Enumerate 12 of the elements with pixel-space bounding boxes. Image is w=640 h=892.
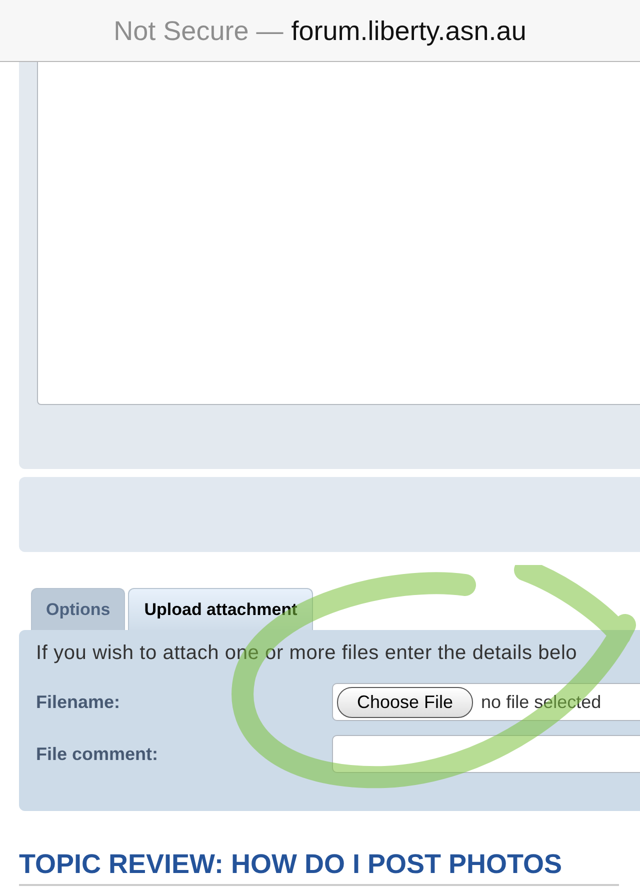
field-label: File comment: — [36, 744, 160, 764]
choose-file-button[interactable]: Choose File — [337, 686, 474, 718]
field-label: Filename: — [36, 692, 122, 712]
url-text: forum.liberty.asn.au — [291, 16, 526, 47]
intro-text: If you wish to attach one or more files enter the details belo — [36, 642, 578, 665]
tab[interactable]: Upload attachment — [128, 588, 314, 630]
address-bar[interactable]: Not Secure — forum.liberty.asn.au — [0, 0, 640, 62]
section-heading: TOPIC REVIEW: HOW DO I POST PHOTOS — [19, 849, 619, 886]
security-label: Not Secure — — [114, 16, 284, 47]
comment-input[interactable] — [332, 735, 640, 773]
tab[interactable]: Options — [31, 588, 126, 630]
message-textarea[interactable] — [37, 62, 640, 405]
